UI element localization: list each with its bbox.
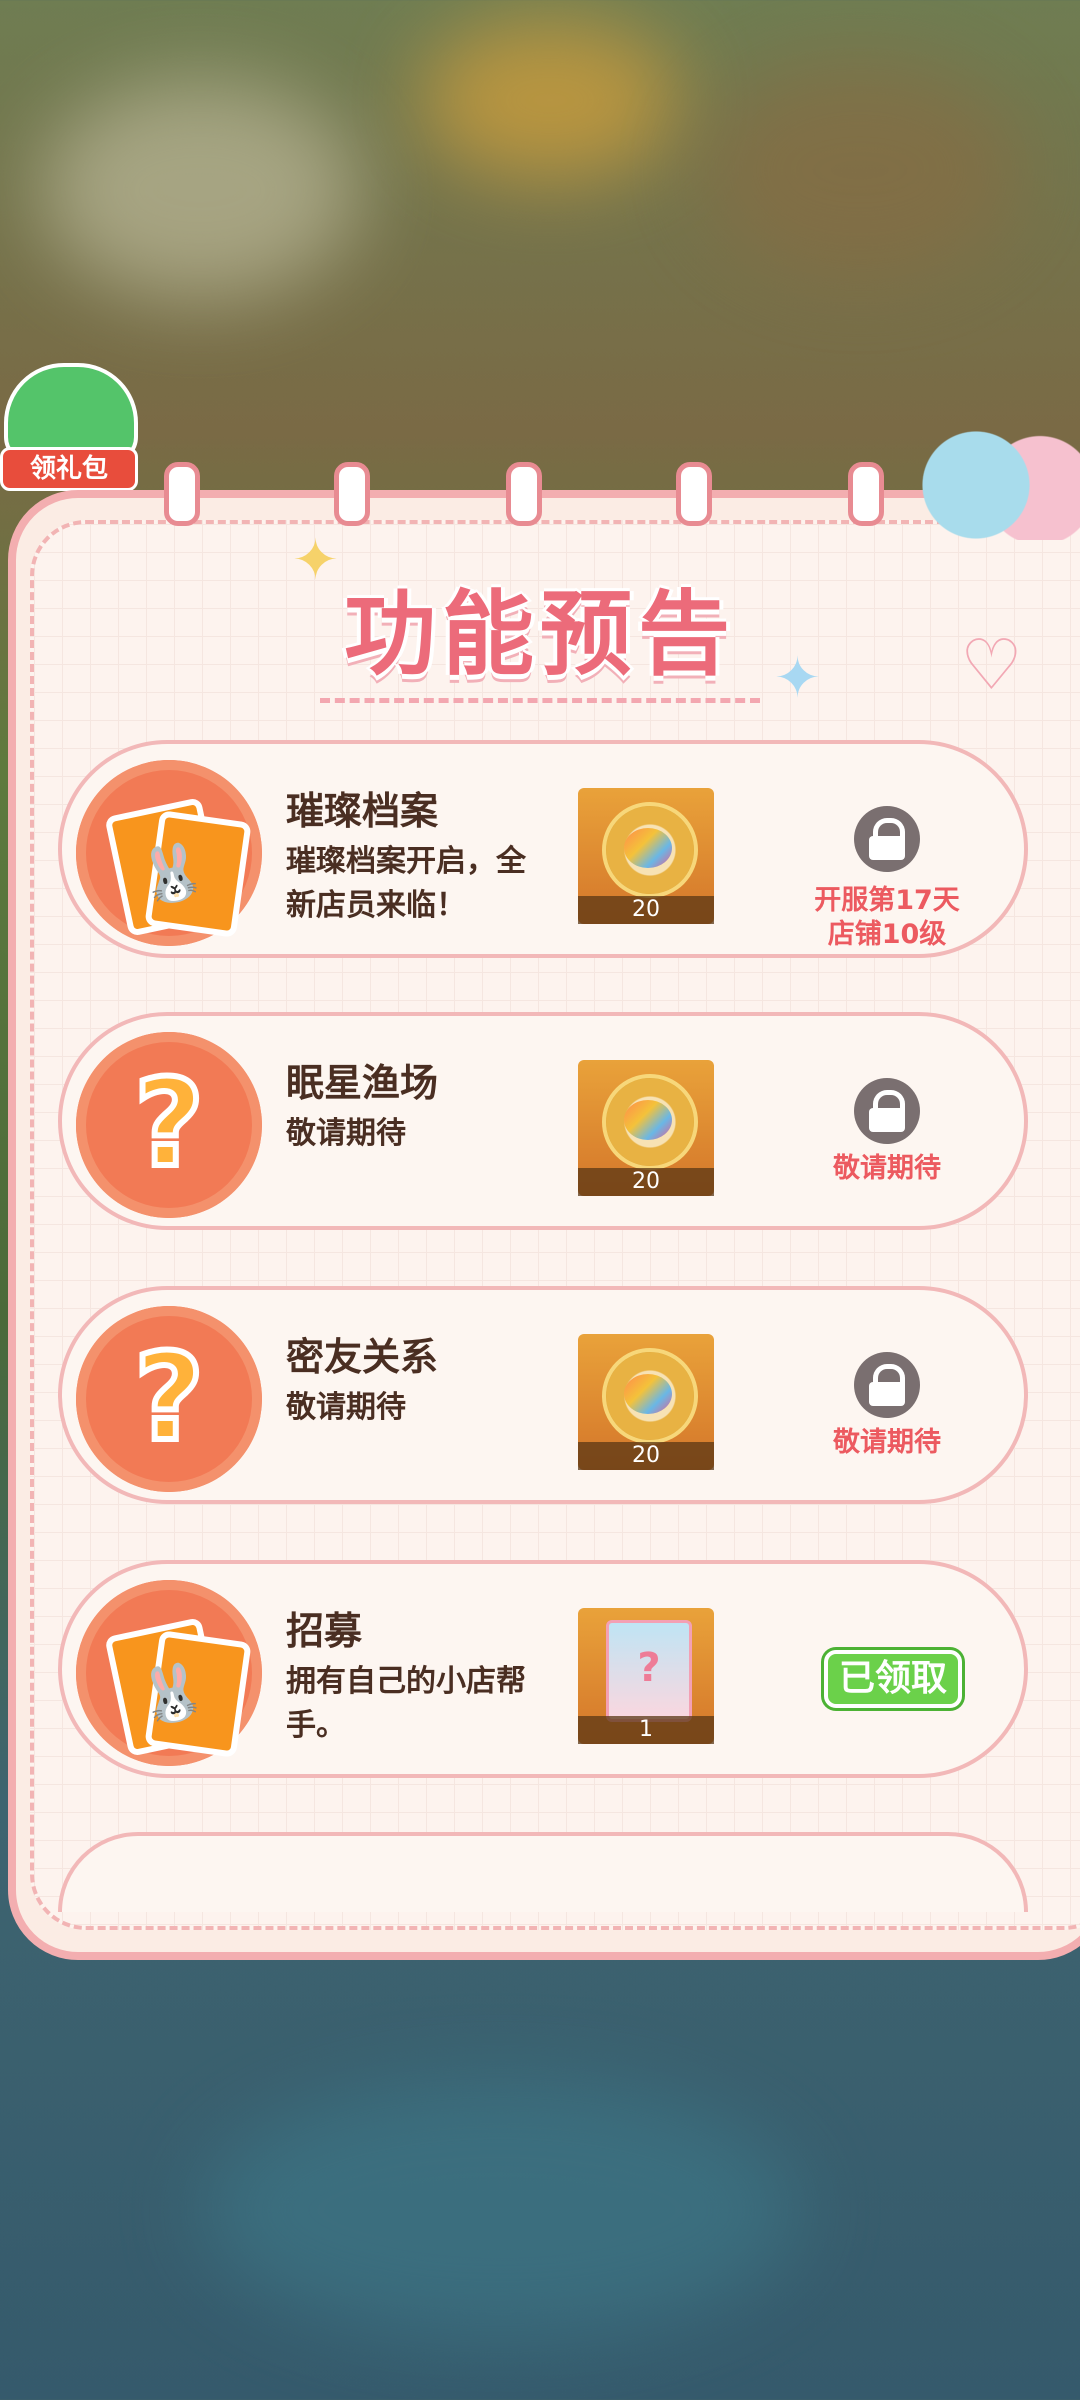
- binder-ring: [334, 462, 370, 526]
- medal-icon: [602, 1348, 698, 1444]
- feature-card[interactable]: [58, 1832, 1028, 1912]
- feature-description: 拥有自己的小店帮手。: [286, 1664, 526, 1743]
- question-icon: ?: [76, 1032, 262, 1218]
- unlock-condition: 敬请期待: [833, 1153, 941, 1184]
- feature-name: 密友关系: [286, 1335, 439, 1379]
- background-blob: [200, 2080, 800, 2340]
- card-icon: 🐰: [76, 760, 262, 946]
- card-icon: 🐰: [76, 1580, 262, 1766]
- question-icon: ?: [76, 1306, 262, 1492]
- unlock-condition: 开服第17天 店铺10级: [814, 885, 960, 950]
- medal-icon: [602, 1074, 698, 1170]
- title-underline: [320, 690, 760, 703]
- background-blob: [700, 60, 1020, 280]
- reward-count: 20: [578, 1442, 714, 1470]
- reward-item[interactable]: 20: [578, 788, 714, 924]
- lock-icon: [854, 1078, 920, 1144]
- reward-count: 20: [578, 896, 714, 924]
- claimed-badge: 已领取: [824, 1650, 962, 1708]
- feature-card[interactable]: 🐰 璀璨档案 璀璨档案开启，全新店员来临！ 20 开服第17天 店铺10级: [58, 740, 1028, 958]
- heart-decoration: [920, 430, 1080, 540]
- binder-ring: [676, 462, 712, 526]
- feature-description: 敬请期待: [286, 1116, 406, 1151]
- feature-card[interactable]: ? 眠星渔场 敬请期待 20 敬请期待: [58, 1012, 1028, 1230]
- lock-icon: [854, 806, 920, 872]
- feature-name: 眠星渔场: [286, 1061, 439, 1105]
- reward-count: 1: [578, 1716, 714, 1744]
- feature-name: 招募: [286, 1609, 363, 1653]
- background-blob: [40, 80, 360, 300]
- reward-count: 20: [578, 1168, 714, 1196]
- feature-description: 敬请期待: [286, 1390, 406, 1425]
- feature-card[interactable]: 🐰 招募 拥有自己的小店帮手。 1 已领取: [58, 1560, 1028, 1778]
- gift-pack-button[interactable]: 领礼包: [0, 355, 138, 491]
- page-title: 功能预告: [343, 581, 736, 688]
- medal-icon: [602, 802, 698, 898]
- feature-name: 璀璨档案: [286, 789, 439, 833]
- reward-item[interactable]: 20: [578, 1060, 714, 1196]
- gift-pack-label: 领礼包: [0, 447, 138, 491]
- lock-icon: [854, 1352, 920, 1418]
- reward-item[interactable]: 20: [578, 1334, 714, 1470]
- feature-description: 璀璨档案开启，全新店员来临！: [286, 844, 526, 923]
- reward-item[interactable]: 1: [578, 1608, 714, 1744]
- background-blob: [420, 20, 680, 180]
- binder-ring: [164, 462, 200, 526]
- feature-card[interactable]: ? 密友关系 敬请期待 20 敬请期待: [58, 1286, 1028, 1504]
- recruit-ticket-icon: [606, 1620, 692, 1722]
- binder-ring: [848, 462, 884, 526]
- unlock-condition: 敬请期待: [833, 1427, 941, 1458]
- binder-ring: [506, 462, 542, 526]
